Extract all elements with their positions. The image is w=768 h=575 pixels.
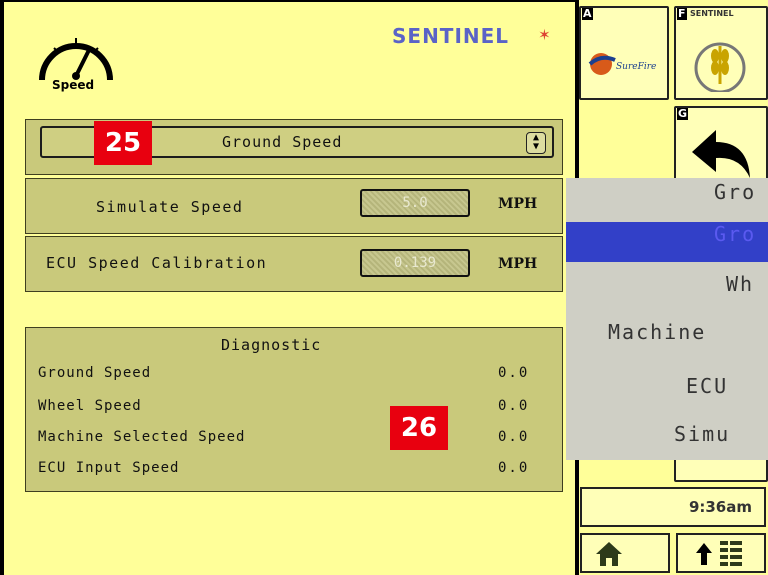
ecu-calibration-panel: ECU Speed Calibration 0.139 MPH [25,236,563,292]
softkey-f-letter: F [677,7,687,20]
popup-item-0[interactable]: Gro [566,180,768,220]
speed-icon-label: Speed [52,78,95,92]
diag-label-ecu-input-speed: ECU Input Speed [38,460,180,476]
popup-item-3[interactable]: Machine [566,320,768,360]
popup-item-2[interactable]: Wh [566,272,768,312]
diag-value-ground-speed: 0.0 [498,365,530,381]
diag-label-ground-speed: Ground Speed [38,365,152,381]
surefire-logo-icon: SureFire [588,53,656,75]
ecu-calibration-input[interactable]: 0.139 [360,249,470,277]
ecu-calibration-unit: MPH [498,256,538,272]
speed-source-value: Ground Speed [222,133,343,151]
softkey-a-surefire[interactable]: A SureFire [579,6,669,100]
simulate-speed-unit: MPH [498,196,538,212]
diag-value-machine-selected-speed: 0.0 [498,429,530,445]
softkey-g-letter: G [677,107,689,120]
main-panel: Speed SENTINEL ✶ Ground Speed ▲ ▼ 25 Simu… [0,0,575,575]
simulate-speed-panel: Simulate Speed 5.0 MPH [25,178,563,234]
diag-value-wheel-speed: 0.0 [498,398,530,414]
up-arrow-menu-icon [696,541,742,566]
sentinel-logo: SENTINEL [392,24,510,48]
dropdown-popup-list: Gro Gro Wh Machine ECU Simu [566,178,768,460]
simulate-speed-input[interactable]: 5.0 [360,189,470,217]
callout-badge-25: 25 [94,121,152,165]
diag-value-ecu-input-speed: 0.0 [498,460,530,476]
menu-layout-button[interactable] [676,533,766,573]
softkey-a-letter: A [582,7,593,20]
popup-item-5[interactable]: Simu [566,422,768,460]
diagnostic-panel: Diagnostic Ground Speed 0.0 Wheel Speed … [25,327,563,492]
simulate-speed-label: Simulate Speed [96,198,244,216]
diag-label-machine-selected-speed: Machine Selected Speed [38,429,246,445]
popup-item-4[interactable]: ECU [566,374,768,414]
diagnostic-title: Diagnostic [221,336,322,354]
softkey-f-sentinel[interactable]: F SENTINEL [674,6,768,100]
up-down-arrows-icon: ▲ ▼ [526,132,546,154]
callout-badge-26: 26 [390,406,448,450]
softkey-f-text: SENTINEL [690,9,734,18]
clock-display: 9:36am [580,487,766,527]
popup-item-1-selected[interactable]: Gro [566,222,768,262]
svg-text:SureFire: SureFire [616,62,656,72]
wheat-seal-icon [694,42,746,92]
clock-time: 9:36am [688,498,752,516]
diag-label-wheel-speed: Wheel Speed [38,398,142,414]
home-button[interactable] [580,533,670,573]
sentinel-logo-mark-icon: ✶ [539,24,550,45]
home-icon [596,542,622,566]
ecu-calibration-label: ECU Speed Calibration [46,254,268,272]
